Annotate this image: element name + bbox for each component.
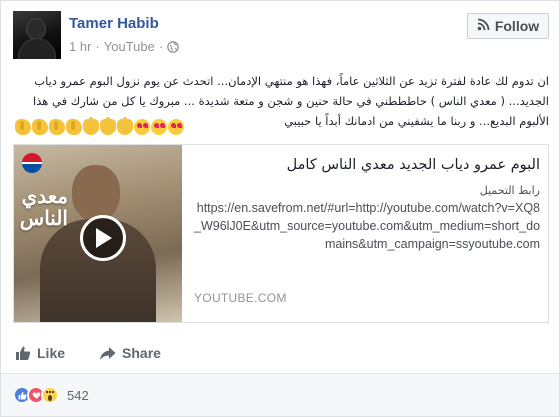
play-button[interactable] <box>80 215 126 261</box>
thumbnail-figure-head <box>72 165 120 221</box>
link-body: البوم عمرو دياب الجديد معدي الناس كامل ر… <box>194 155 540 315</box>
pepsi-logo-icon <box>22 153 42 173</box>
reaction-count[interactable]: 542 <box>67 388 89 403</box>
author-name[interactable]: Tamer Habib <box>69 15 159 32</box>
play-icon <box>96 228 112 248</box>
follow-label: Follow <box>494 18 540 34</box>
emoji-row <box>15 117 184 135</box>
thumbs-up-icon <box>16 346 31 360</box>
link-domain: YOUTUBE.COM <box>194 291 287 305</box>
clap-emoji-icon <box>66 119 82 135</box>
post-meta: 1 hr · YouTube · <box>69 39 180 54</box>
avatar-head <box>27 19 45 39</box>
post-card: Tamer Habib 1 hr · YouTube · Follow ان ت… <box>0 0 560 417</box>
avatar-shoulders <box>19 39 55 59</box>
share-arrow-icon <box>100 346 116 360</box>
reactions-bar[interactable]: 542 <box>1 374 559 416</box>
heart-eyes-emoji-icon <box>151 119 167 135</box>
link-preview[interactable]: معدي الناس البوم عمرو دياب الجديد معدي ا… <box>13 144 549 323</box>
share-button[interactable]: Share <box>99 345 161 361</box>
heart-eyes-emoji-icon <box>168 119 184 135</box>
point-emoji-icon <box>117 117 133 135</box>
link-title[interactable]: البوم عمرو دياب الجديد معدي الناس كامل <box>194 155 540 175</box>
globe-icon <box>167 40 180 53</box>
post-time[interactable]: 1 hr <box>69 39 91 54</box>
clap-emoji-icon <box>49 119 65 135</box>
heart-eyes-emoji-icon <box>134 119 150 135</box>
video-thumbnail[interactable]: معدي الناس <box>14 145 182 322</box>
clap-emoji-icon <box>15 119 31 135</box>
rss-icon <box>477 18 490 34</box>
post-header: Tamer Habib 1 hr · YouTube · Follow <box>13 11 549 61</box>
wow-reaction-icon <box>41 386 59 404</box>
action-bar: Like Share <box>13 337 549 369</box>
share-label: Share <box>122 345 161 361</box>
like-button[interactable]: Like <box>15 345 65 361</box>
follow-button[interactable]: Follow <box>467 13 549 39</box>
clap-emoji-icon <box>32 119 48 135</box>
point-emoji-icon <box>83 117 99 135</box>
meta-separator: · <box>95 39 100 54</box>
point-emoji-icon <box>100 117 116 135</box>
link-url: https://en.savefrom.net/#url=http://yout… <box>194 201 541 251</box>
like-label: Like <box>37 345 66 361</box>
thumbnail-album-title: معدي الناس <box>19 184 68 230</box>
meta-separator-2: · <box>158 39 164 54</box>
link-desc-label: رابط التحميل <box>479 184 540 197</box>
avatar[interactable] <box>13 11 61 59</box>
post-source[interactable]: YouTube <box>104 39 155 54</box>
